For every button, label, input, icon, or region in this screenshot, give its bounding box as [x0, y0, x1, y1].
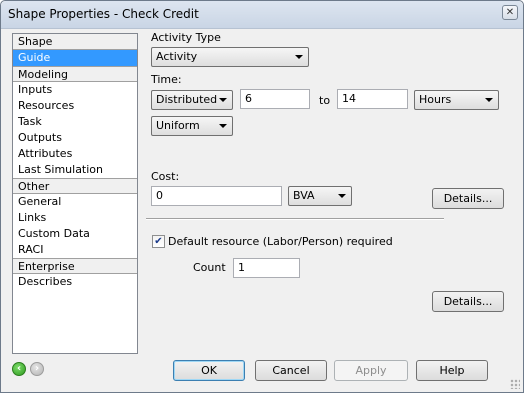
distribution-select[interactable]: Distributed: [151, 90, 233, 110]
time-from-input[interactable]: 6: [240, 89, 310, 109]
cost-type-select[interactable]: BVA: [288, 186, 352, 206]
group-header-modeling: Modeling: [13, 66, 137, 82]
time-unit-value: Hours: [419, 93, 452, 106]
window-title: Shape Properties - Check Credit: [8, 7, 199, 21]
count-input[interactable]: 1: [233, 258, 300, 278]
list-item-outputs[interactable]: Outputs: [13, 130, 137, 146]
apply-button[interactable]: Apply: [334, 360, 408, 381]
category-list[interactable]: Shape Guide Modeling Inputs Resources Ta…: [12, 33, 138, 354]
list-item-guide[interactable]: Guide: [13, 50, 137, 66]
default-resource-checkbox[interactable]: ✔: [152, 235, 165, 248]
ok-button[interactable]: OK: [173, 360, 245, 381]
cost-input[interactable]: 0: [151, 186, 282, 206]
cost-details-button[interactable]: Details...: [432, 188, 504, 209]
activity-type-select[interactable]: Activity: [151, 47, 309, 67]
close-button[interactable]: ✕: [502, 5, 518, 20]
list-item-general[interactable]: General: [13, 194, 137, 210]
cancel-button[interactable]: Cancel: [255, 360, 327, 381]
list-item-raci[interactable]: RACI: [13, 242, 137, 258]
list-item-task[interactable]: Task: [13, 114, 137, 130]
distribution-value: Distributed: [156, 93, 218, 106]
forward-arrow-icon[interactable]: ›: [30, 362, 44, 376]
time-label: Time:: [151, 73, 182, 86]
chevron-down-icon: [485, 98, 493, 102]
dialog-window: Shape Properties - Check Credit ✕ Shape …: [0, 0, 524, 393]
back-arrow-icon[interactable]: ‹: [12, 362, 26, 376]
title-bar: Shape Properties - Check Credit ✕: [1, 1, 523, 29]
distribution-type-value: Uniform: [156, 119, 200, 132]
list-item-resources[interactable]: Resources: [13, 98, 137, 114]
group-header-shape: Shape: [13, 34, 137, 50]
list-item-custom-data[interactable]: Custom Data: [13, 226, 137, 242]
resize-grip[interactable]: [510, 379, 520, 389]
close-icon: ✕: [505, 6, 515, 18]
distribution-type-select[interactable]: Uniform: [151, 116, 233, 136]
cost-label: Cost:: [151, 170, 180, 183]
list-item-describes[interactable]: Describes: [13, 274, 137, 290]
list-item-inputs[interactable]: Inputs: [13, 82, 137, 98]
chevron-down-icon: [338, 194, 346, 198]
chevron-down-icon: [219, 98, 227, 102]
list-item-links[interactable]: Links: [13, 210, 137, 226]
time-to-input[interactable]: 14: [337, 89, 408, 109]
chevron-down-icon: [295, 55, 303, 59]
count-label: Count: [193, 261, 226, 274]
group-header-enterprise: Enterprise: [13, 258, 137, 274]
to-label: to: [319, 94, 331, 107]
cost-type-value: BVA: [293, 189, 315, 202]
activity-type-label: Activity Type: [151, 31, 221, 44]
nav-buttons: ‹ ›: [12, 362, 44, 376]
chevron-down-icon: [219, 124, 227, 128]
resource-details-button[interactable]: Details...: [432, 291, 504, 312]
checkmark-icon: ✔: [154, 236, 163, 247]
time-unit-select[interactable]: Hours: [414, 90, 499, 110]
help-button[interactable]: Help: [416, 360, 488, 381]
group-header-other: Other: [13, 178, 137, 194]
list-item-attributes[interactable]: Attributes: [13, 146, 137, 162]
activity-type-value: Activity: [156, 50, 198, 63]
separator: [146, 218, 444, 220]
list-item-last-simulation[interactable]: Last Simulation: [13, 162, 137, 178]
default-resource-label: Default resource (Labor/Person) required: [168, 235, 393, 248]
